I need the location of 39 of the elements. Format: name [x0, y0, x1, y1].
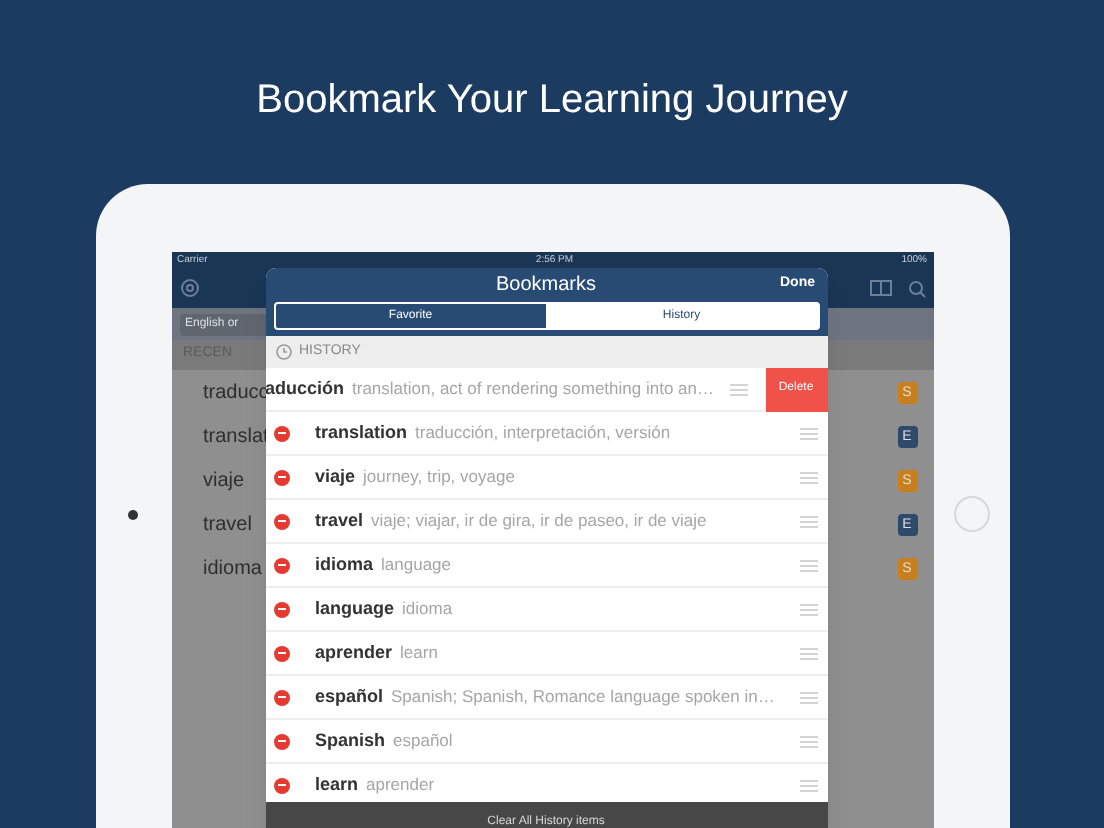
word-label: translat: [203, 423, 269, 451]
definition-label: translation, act of rendering something into an…: [352, 376, 714, 402]
definition-label: language: [381, 552, 451, 578]
settings-icon[interactable]: [179, 278, 199, 298]
word-label: translation: [315, 419, 408, 446]
word-label: aprender: [315, 639, 393, 666]
definition-label: traducción, interpretación, versión: [415, 420, 671, 446]
history-row[interactable]: idioma language: [265, 544, 827, 588]
popover-title: Bookmarks: [495, 271, 596, 299]
history-row[interactable]: Spanish español: [265, 720, 827, 764]
headline: Bookmark Your Learning Journey: [256, 76, 848, 124]
history-row[interactable]: español Spanish; Spanish, Romance language spoken in…: [265, 676, 827, 720]
word-label: traducc: [203, 381, 269, 407]
word-label: idioma: [315, 551, 374, 578]
book-icon[interactable]: [869, 280, 891, 296]
definition-label: Spanish; Spanish, Romance language spoken in…: [391, 684, 775, 710]
definition-label: viaje; viajar, ir de gira, ir de paseo, ir de viaje: [371, 508, 707, 534]
word-label: Spanish: [315, 727, 386, 754]
word-label: travel: [315, 507, 364, 534]
word-label: travel: [203, 511, 252, 539]
word-label: idioma: [203, 555, 262, 583]
definition-label: español: [393, 728, 453, 754]
definition-label: aprender: [366, 772, 435, 798]
history-row[interactable]: travel viaje; viajar, ir de gira, ir de paseo, ir de viaje: [265, 500, 827, 544]
clock-icon: [275, 344, 291, 360]
word-label: viaje: [315, 463, 356, 490]
definition-label: journey, trip, voyage: [363, 464, 515, 490]
search-icon[interactable]: [907, 279, 925, 297]
definition-label: idioma: [402, 596, 453, 622]
definition-label: learn: [400, 640, 438, 666]
history-row[interactable]: viaje journey, trip, voyage: [265, 456, 827, 500]
history-row[interactable]: translation traducción, interpretación, versión: [265, 412, 827, 456]
word-label: español: [315, 683, 384, 710]
word-label: language: [315, 595, 395, 622]
history-row[interactable]: aprender learn: [265, 632, 827, 676]
word-label: learn: [315, 771, 359, 798]
word-label: viaje: [203, 467, 245, 495]
history-row[interactable]: language idioma: [265, 588, 827, 632]
word-label: aducción: [265, 375, 345, 398]
